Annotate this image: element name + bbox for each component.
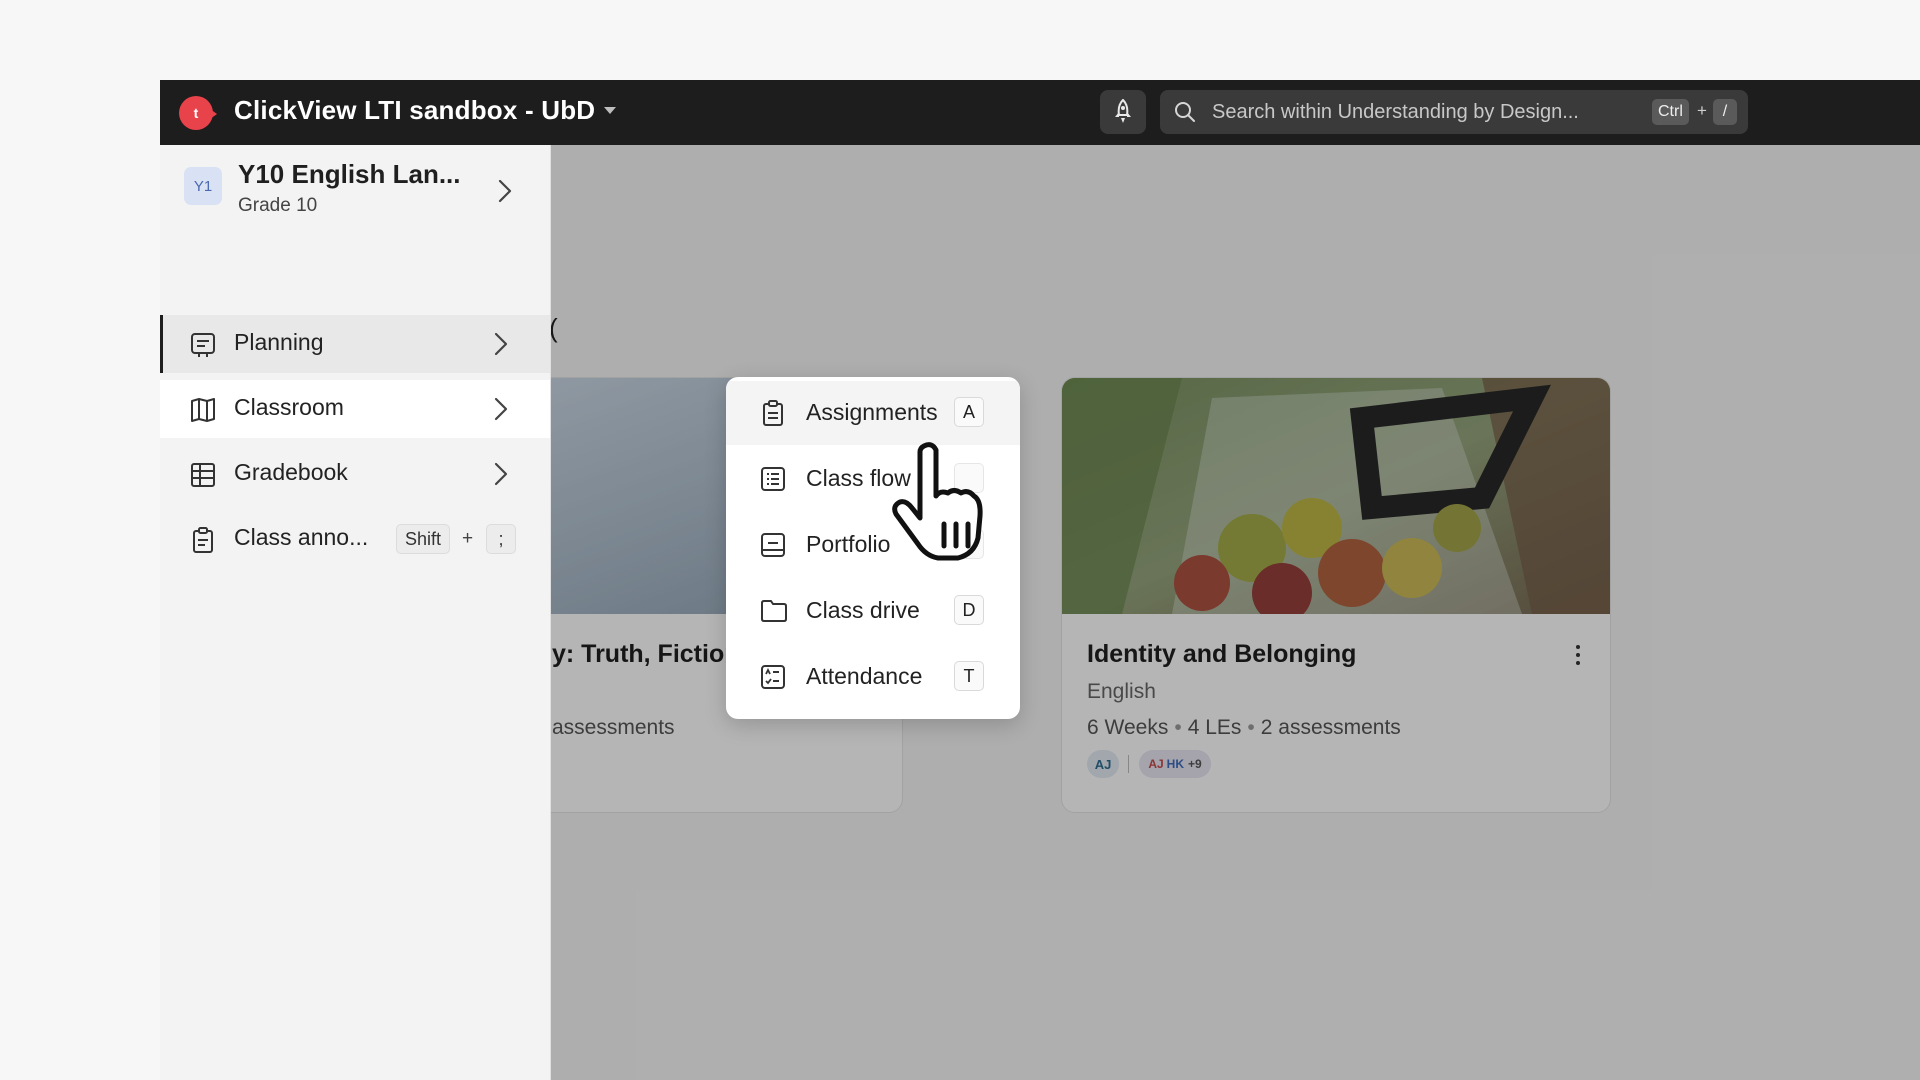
menu-item-assignments[interactable]: Assignments A xyxy=(726,381,1020,445)
sidebar-item-label: Class anno... xyxy=(234,524,369,550)
menu-item-label: Assignments xyxy=(806,399,938,425)
sidebar: Y1 Y10 English Lan... Grade 10 Planning xyxy=(160,145,551,1080)
sidebar-item-label: Gradebook xyxy=(234,459,348,485)
sidebar-item-gradebook[interactable]: Gradebook xyxy=(160,445,550,503)
sidebar-item-planning[interactable]: Planning xyxy=(160,315,550,373)
menu-item-class-drive[interactable]: Class drive D xyxy=(726,579,1020,643)
list-icon xyxy=(761,467,785,491)
sidebar-item-class-announcements[interactable]: Class anno... Shift + ; xyxy=(160,510,550,568)
hand-pointer-icon xyxy=(892,442,983,561)
planning-icon xyxy=(191,333,215,357)
shortcut-key: A xyxy=(954,397,984,427)
app-window: t ClickView LTI sandbox - UbD Ctrl + / ( xyxy=(160,80,1920,1080)
chevron-right-icon xyxy=(498,179,512,203)
class-badge: Y1 xyxy=(184,167,222,205)
shortcut-key: T xyxy=(954,661,984,691)
shortcut-key-slash: / xyxy=(1713,99,1737,125)
menu-item-attendance[interactable]: Attendance T xyxy=(726,645,1020,709)
gradebook-grid-icon xyxy=(191,463,215,487)
shortcut-key: D xyxy=(954,595,984,625)
workspace-title[interactable]: ClickView LTI sandbox - UbD xyxy=(234,95,595,126)
shortcut-plus: + xyxy=(1697,101,1707,120)
chevron-right-icon xyxy=(494,462,508,486)
shortcut-key-shift: Shift xyxy=(396,524,451,554)
sidebar-item-label: Classroom xyxy=(234,394,344,420)
folder-icon xyxy=(761,600,787,622)
clickview-logo-icon[interactable]: t xyxy=(179,96,217,130)
shortcut-key-semicolon: ; xyxy=(486,524,516,554)
attendance-icon xyxy=(761,665,785,689)
portfolio-icon xyxy=(761,533,785,557)
menu-item-label: Attendance xyxy=(806,663,923,689)
class-grade: Grade 10 xyxy=(238,195,318,216)
logo-letter: t xyxy=(193,105,199,121)
menu-item-label: Portfolio xyxy=(806,531,891,557)
chevron-right-icon xyxy=(494,332,508,356)
rocket-icon xyxy=(1115,99,1131,123)
shortcut-plus: + xyxy=(462,528,474,549)
clipboard-icon xyxy=(193,527,213,553)
class-switcher[interactable]: Y1 Y10 English Lan... Grade 10 xyxy=(160,145,550,237)
search-icon xyxy=(1175,102,1195,122)
classroom-map-icon xyxy=(191,398,215,422)
sidebar-item-label: Planning xyxy=(234,329,324,355)
class-name: Y10 English Lan... xyxy=(238,159,461,189)
chevron-right-icon xyxy=(494,397,508,421)
menu-item-label: Class drive xyxy=(806,597,920,623)
sidebar-item-classroom[interactable]: Classroom xyxy=(160,380,550,438)
clipboard-icon xyxy=(763,400,783,426)
top-bar: t ClickView LTI sandbox - UbD Ctrl + / xyxy=(160,80,1920,145)
shortcut-key-ctrl: Ctrl xyxy=(1652,99,1689,125)
rocket-button[interactable] xyxy=(1100,90,1146,134)
search-input[interactable] xyxy=(1212,90,1652,134)
chevron-down-icon[interactable] xyxy=(604,107,616,114)
search-bar[interactable]: Ctrl + / xyxy=(1160,90,1748,134)
